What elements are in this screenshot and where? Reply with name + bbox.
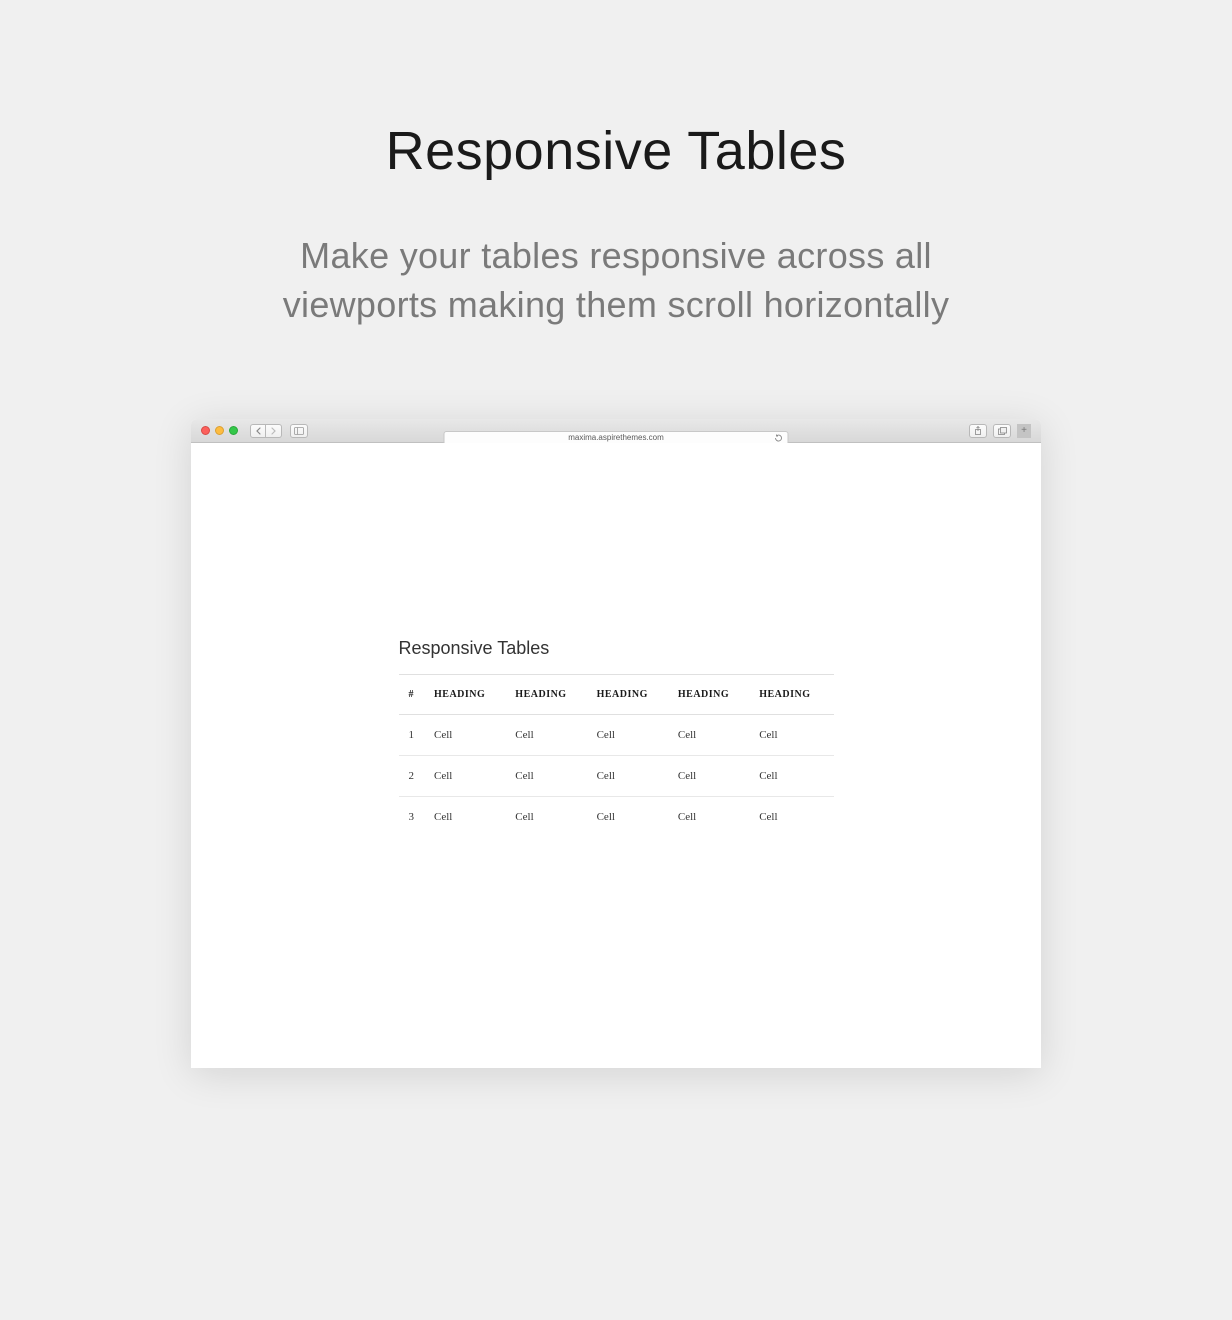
table-header-row: # HEADING HEADING HEADING HEADING HEADIN… [399, 675, 834, 715]
table-cell: Cell [434, 797, 515, 838]
maximize-window-icon[interactable] [229, 426, 238, 435]
table-cell: Cell [678, 756, 759, 797]
table-row: 2 Cell Cell Cell Cell Cell Cell [399, 756, 834, 797]
table-cell: Cell [434, 756, 515, 797]
browser-chrome: maxima.aspirethemes.com + [191, 419, 1041, 443]
back-button[interactable] [250, 424, 266, 438]
sidebar-toggle-button[interactable] [290, 424, 308, 438]
table-header: HEADING [759, 675, 833, 715]
responsive-table[interactable]: # HEADING HEADING HEADING HEADING HEADIN… [399, 674, 834, 837]
new-tab-button[interactable]: + [1017, 424, 1031, 438]
table-cell: Cell [434, 715, 515, 756]
table-cell: Cell [597, 756, 678, 797]
page-title: Responsive Tables [0, 120, 1232, 182]
nav-buttons [250, 424, 282, 438]
table-cell: Cell [515, 715, 596, 756]
table-cell: Cell [678, 715, 759, 756]
table-header: HEADING [597, 675, 678, 715]
page-subtitle: Make your tables responsive across all v… [226, 232, 1006, 329]
table-header: HEADING [434, 675, 515, 715]
address-bar-url: maxima.aspirethemes.com [568, 433, 664, 442]
table-row: 3 Cell Cell Cell Cell Cell Cell [399, 797, 834, 838]
forward-button[interactable] [266, 424, 282, 438]
table-cell: Cell [759, 715, 833, 756]
table-cell: Cell [515, 756, 596, 797]
section-title: Responsive Tables [399, 638, 834, 659]
table-header: # [399, 675, 435, 715]
traffic-lights [201, 426, 238, 435]
table-cell: Cell [678, 797, 759, 838]
table-cell: 3 [399, 797, 435, 838]
table-header: HEADING [678, 675, 759, 715]
browser-content: Responsive Tables # HEADING HEADING HEAD… [191, 443, 1041, 1068]
table-cell: 1 [399, 715, 435, 756]
table-header: HEADING [515, 675, 596, 715]
table-cell: Cell [597, 797, 678, 838]
table-cell: Cell [759, 756, 833, 797]
table-cell: Cell [515, 797, 596, 838]
close-window-icon[interactable] [201, 426, 210, 435]
table-cell: 2 [399, 756, 435, 797]
share-button[interactable] [969, 424, 987, 438]
tabs-button[interactable] [993, 424, 1011, 438]
table-row: 1 Cell Cell Cell Cell Cell Cell [399, 715, 834, 756]
browser-window: maxima.aspirethemes.com + Responsi [191, 419, 1041, 1068]
refresh-icon[interactable] [775, 434, 783, 442]
table-cell: Cell [759, 797, 833, 838]
minimize-window-icon[interactable] [215, 426, 224, 435]
table-cell: Cell [597, 715, 678, 756]
